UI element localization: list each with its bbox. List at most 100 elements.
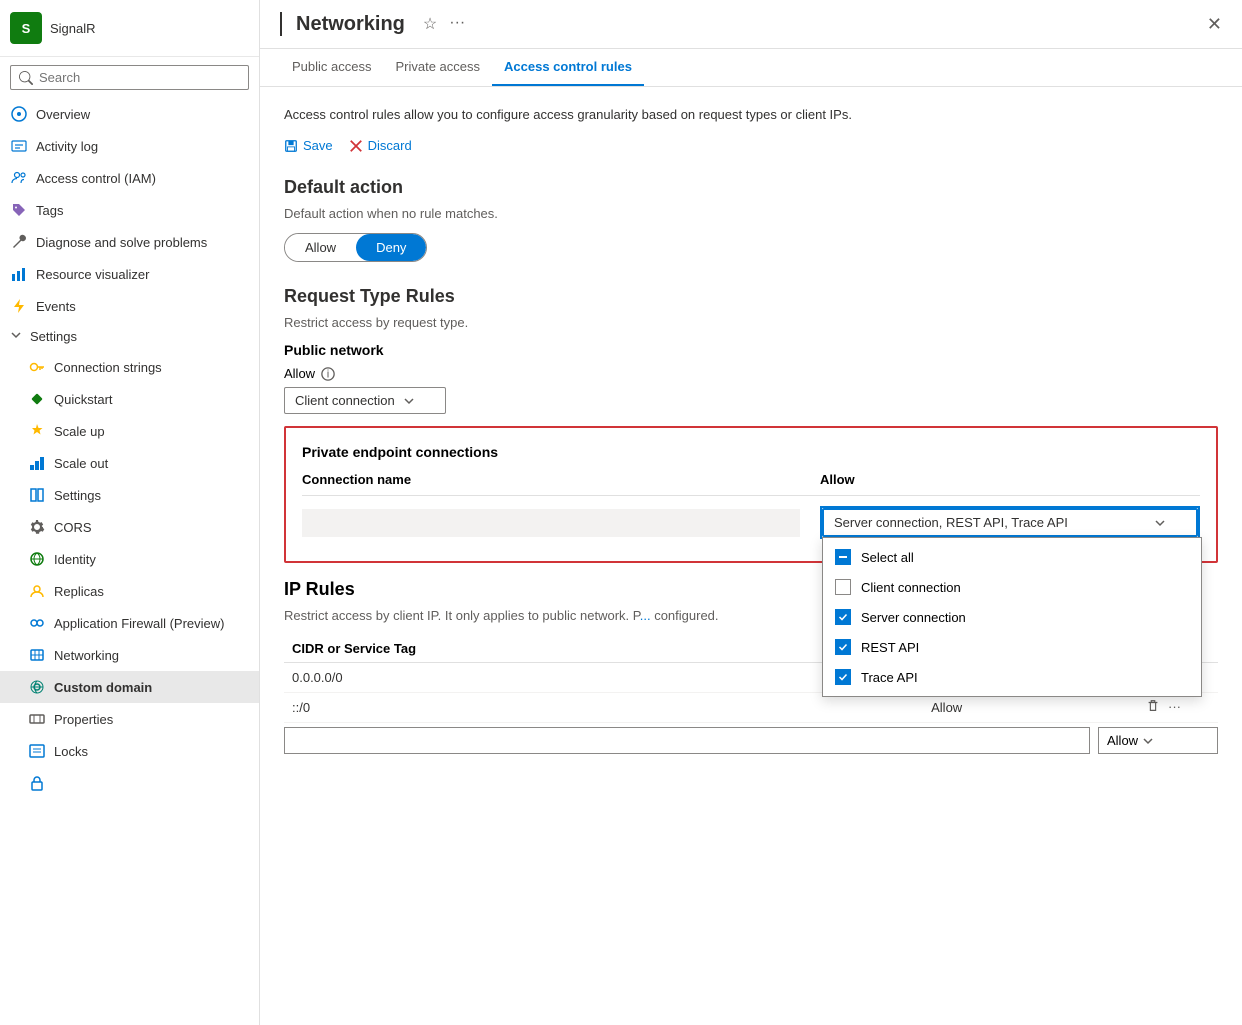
overview-icon: [10, 105, 28, 123]
sidebar-item-tags[interactable]: Tags: [0, 194, 259, 226]
sidebar-item-label: Scale out: [54, 456, 108, 471]
sidebar-item-label: Activity log: [36, 139, 98, 154]
search-icon: [19, 71, 33, 85]
more-options-icon[interactable]: ···: [449, 14, 465, 34]
tab-public-access[interactable]: Public access: [280, 49, 383, 86]
discard-button[interactable]: Discard: [349, 138, 412, 153]
allow-button[interactable]: Allow: [285, 234, 356, 261]
sidebar-item-label: Resource visualizer: [36, 267, 149, 282]
key-icon: [28, 358, 46, 376]
allow-select-box[interactable]: Server connection, REST API, Trace API: [822, 508, 1198, 537]
dropdown-item-rest-api[interactable]: REST API: [823, 632, 1201, 662]
sidebar-item-label: Identity: [54, 552, 96, 567]
sidebar-item-events[interactable]: Events: [0, 290, 259, 322]
sidebar-item-resource-visualizer[interactable]: Resource visualizer: [0, 258, 259, 290]
add-action-value: Allow: [1107, 733, 1138, 748]
sidebar-item-overview[interactable]: Overview: [0, 98, 259, 130]
sidebar-item-connection-strings[interactable]: Quickstart: [0, 383, 259, 415]
toolbar: Save Discard: [284, 138, 1218, 153]
sidebar-item-keys[interactable]: Connection strings: [0, 351, 259, 383]
custom-domain-icon: [28, 710, 46, 728]
sidebar-item-identity[interactable]: Replicas: [0, 575, 259, 607]
add-ip-row: Allow: [284, 727, 1218, 754]
sidebar-item-custom-domain[interactable]: Properties: [0, 703, 259, 735]
dropdown-item-select-all[interactable]: Select all: [823, 542, 1201, 572]
delete-icon[interactable]: [1146, 699, 1160, 716]
header-divider: [280, 12, 282, 36]
request-type-rules-section: Request Type Rules Restrict access by re…: [284, 286, 1218, 414]
request-type-description: Restrict access by request type.: [284, 315, 1218, 330]
sidebar-item-networking[interactable]: Custom domain: [0, 671, 259, 703]
sidebar-item-scale-up[interactable]: Scale out: [0, 447, 259, 479]
sidebar-item-properties[interactable]: Locks: [0, 735, 259, 767]
public-network-dropdown[interactable]: Client connection: [284, 387, 446, 414]
sidebar-item-quickstart[interactable]: Scale up: [0, 415, 259, 447]
identity-icon: [28, 582, 46, 600]
page-title: Networking: [296, 13, 405, 36]
private-endpoint-row: Server connection, REST API, Trace API S…: [302, 500, 1200, 545]
discard-icon: [349, 139, 363, 153]
settings-section-header[interactable]: Settings: [0, 322, 259, 351]
request-type-title: Request Type Rules: [284, 286, 1218, 307]
sidebar-item-label: Overview: [36, 107, 90, 122]
sidebar-item-locks[interactable]: [0, 767, 259, 799]
bolt-icon: [10, 297, 28, 315]
more-icon[interactable]: ···: [1168, 699, 1181, 716]
sidebar-item-settings[interactable]: CORS: [0, 511, 259, 543]
favorite-icon[interactable]: ☆: [423, 14, 437, 34]
svg-text:S: S: [22, 21, 31, 36]
dropdown-item-trace-api[interactable]: Trace API: [823, 662, 1201, 692]
dropdown-item-client-connection[interactable]: Client connection: [823, 572, 1201, 602]
server-connection-label: Server connection: [861, 610, 966, 625]
dropdown-item-server-connection[interactable]: Server connection: [823, 602, 1201, 632]
deny-button[interactable]: Deny: [356, 234, 426, 261]
sidebar-item-cors[interactable]: Identity: [0, 543, 259, 575]
client-connection-checkbox[interactable]: [835, 579, 851, 595]
search-box[interactable]: [10, 65, 249, 90]
wrench-icon: [10, 233, 28, 251]
select-all-checkbox[interactable]: [835, 549, 851, 565]
sidebar-item-diagnose[interactable]: Diagnose and solve problems: [0, 226, 259, 258]
save-button[interactable]: Save: [284, 138, 333, 153]
tab-access-control-rules[interactable]: Access control rules: [492, 49, 644, 86]
activity-log-icon: [10, 137, 28, 155]
client-connection-label: Client connection: [861, 580, 961, 595]
tab-bar: Public access Private access Access cont…: [260, 49, 1242, 87]
page-description: Access control rules allow you to config…: [284, 107, 1218, 122]
content-area: Access control rules allow you to config…: [260, 87, 1242, 1025]
public-network-select[interactable]: Client connection: [284, 387, 446, 414]
sidebar-item-label: Locks: [54, 744, 88, 759]
main-header: Networking ☆ ··· ✕: [260, 0, 1242, 49]
col-allow: Allow: [820, 472, 1200, 487]
sidebar-item-access-control[interactable]: Access control (IAM): [0, 162, 259, 194]
sidebar-item-activity-log[interactable]: Activity log: [0, 130, 259, 162]
public-network-value: Client connection: [295, 393, 395, 408]
sidebar-item-scale-out[interactable]: Settings: [0, 479, 259, 511]
allow-value: Server connection, REST API, Trace API: [834, 515, 1068, 530]
default-action-title: Default action: [284, 177, 1218, 198]
sidebar-item-replicas[interactable]: Application Firewall (Preview): [0, 607, 259, 639]
search-input[interactable]: [39, 70, 240, 85]
gear-icon: [28, 518, 46, 536]
header-actions: ☆ ···: [423, 14, 465, 34]
tab-private-access[interactable]: Private access: [383, 49, 492, 86]
server-connection-checkbox[interactable]: [835, 609, 851, 625]
allow-dropdown-wrapper[interactable]: Server connection, REST API, Trace API S…: [820, 506, 1200, 539]
trace-api-checkbox[interactable]: [835, 669, 851, 685]
quickstart-icon: [28, 422, 46, 440]
diamond-icon: [28, 390, 46, 408]
app-name: SignalR: [50, 21, 96, 36]
sidebar-item-application-firewall[interactable]: Networking: [0, 639, 259, 671]
add-action-select[interactable]: Allow: [1098, 727, 1218, 754]
allow-deny-toggle[interactable]: Allow Deny: [284, 233, 427, 262]
sidebar-nav: Overview Activity log Access control (IA…: [0, 98, 259, 1025]
sidebar-item-label: Custom domain: [54, 680, 152, 695]
private-endpoint-title: Private endpoint connections: [302, 444, 1200, 460]
sidebar-item-label: Access control (IAM): [36, 171, 156, 186]
add-cidr-input[interactable]: [284, 727, 1090, 754]
chevron-down-icon: [10, 329, 22, 344]
rest-api-checkbox[interactable]: [835, 639, 851, 655]
table-row: ::/0 Allow ···: [284, 693, 1218, 723]
private-endpoint-section: Private endpoint connections Connection …: [284, 426, 1218, 563]
close-button[interactable]: ✕: [1207, 14, 1222, 35]
